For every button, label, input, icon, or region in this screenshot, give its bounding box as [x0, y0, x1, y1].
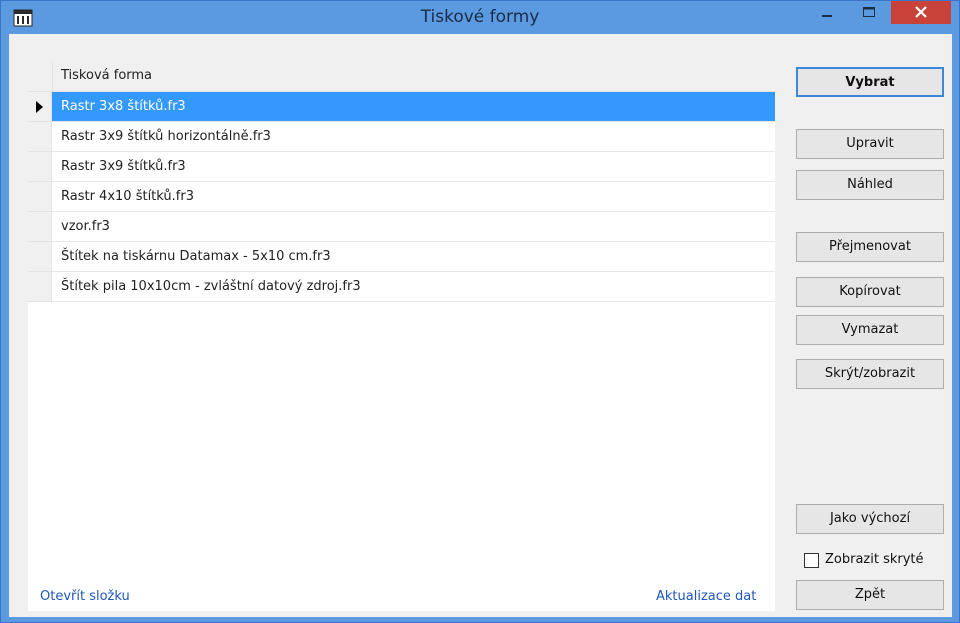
title-bar[interactable]: Tiskové formy — [1, 1, 959, 34]
table-row[interactable]: Rastr 3x9 štítků horizontálně.fr3 — [28, 122, 775, 152]
row-filename[interactable]: Rastr 3x9 štítků.fr3 — [52, 152, 775, 182]
close-icon — [915, 6, 927, 18]
column-header-print-form[interactable]: Tisková forma — [61, 61, 152, 91]
table-row[interactable]: vzor.fr3 — [28, 212, 775, 242]
show-hidden-checkbox[interactable] — [804, 553, 819, 568]
set-default-button[interactable]: Jako výchozí — [796, 504, 944, 534]
table-row[interactable]: Rastr 3x9 štítků.fr3 — [28, 152, 775, 182]
row-filename[interactable]: vzor.fr3 — [52, 212, 775, 242]
row-indicator — [28, 272, 52, 302]
row-indicator — [28, 182, 52, 212]
hide-show-button[interactable]: Skrýt/zobrazit — [796, 359, 944, 389]
print-forms-grid[interactable]: Tisková forma Rastr 3x8 štítků.fr3 Rastr… — [28, 61, 775, 611]
grid-header-indicator — [28, 61, 53, 91]
maximize-button[interactable] — [849, 1, 889, 24]
row-indicator — [28, 122, 52, 152]
refresh-data-link[interactable]: Aktualizace dat — [656, 589, 756, 604]
minimize-button[interactable] — [807, 1, 847, 24]
maximize-icon — [863, 7, 875, 17]
grid-rows: Rastr 3x8 štítků.fr3 Rastr 3x9 štítků ho… — [28, 92, 775, 302]
row-pointer-icon — [36, 101, 43, 113]
show-hidden-label[interactable]: Zobrazit skryté — [825, 552, 924, 568]
row-filename[interactable]: Rastr 4x10 štítků.fr3 — [52, 182, 775, 212]
preview-button[interactable]: Náhled — [796, 170, 944, 200]
delete-button[interactable]: Vymazat — [796, 315, 944, 345]
row-indicator — [28, 152, 52, 182]
row-indicator — [28, 242, 52, 272]
row-filename[interactable]: Štítek pila 10x10cm - zvláštní datový zd… — [52, 272, 775, 302]
edit-button[interactable]: Upravit — [796, 129, 944, 159]
table-row[interactable]: Štítek pila 10x10cm - zvláštní datový zd… — [28, 272, 775, 302]
copy-button[interactable]: Kopírovat — [796, 277, 944, 307]
table-row[interactable]: Rastr 4x10 štítků.fr3 — [28, 182, 775, 212]
table-row[interactable]: Rastr 3x8 štítků.fr3 — [28, 92, 775, 122]
row-filename[interactable]: Rastr 3x9 štítků horizontálně.fr3 — [52, 122, 775, 152]
app-window-icon — [13, 9, 33, 27]
close-button[interactable] — [891, 1, 951, 24]
select-button[interactable]: Vybrat — [796, 67, 944, 97]
table-row[interactable]: Štítek na tiskárnu Datamax - 5x10 cm.fr3 — [28, 242, 775, 272]
back-button[interactable]: Zpět — [796, 580, 944, 610]
row-indicator — [28, 92, 52, 122]
row-filename[interactable]: Štítek na tiskárnu Datamax - 5x10 cm.fr3 — [52, 242, 775, 272]
rename-button[interactable]: Přejmenovat — [796, 232, 944, 262]
grid-header: Tisková forma — [28, 61, 775, 92]
row-indicator — [28, 212, 52, 242]
minimize-icon — [822, 15, 832, 17]
row-filename[interactable]: Rastr 3x8 štítků.fr3 — [52, 92, 775, 122]
open-folder-link[interactable]: Otevřít složku — [40, 589, 130, 604]
